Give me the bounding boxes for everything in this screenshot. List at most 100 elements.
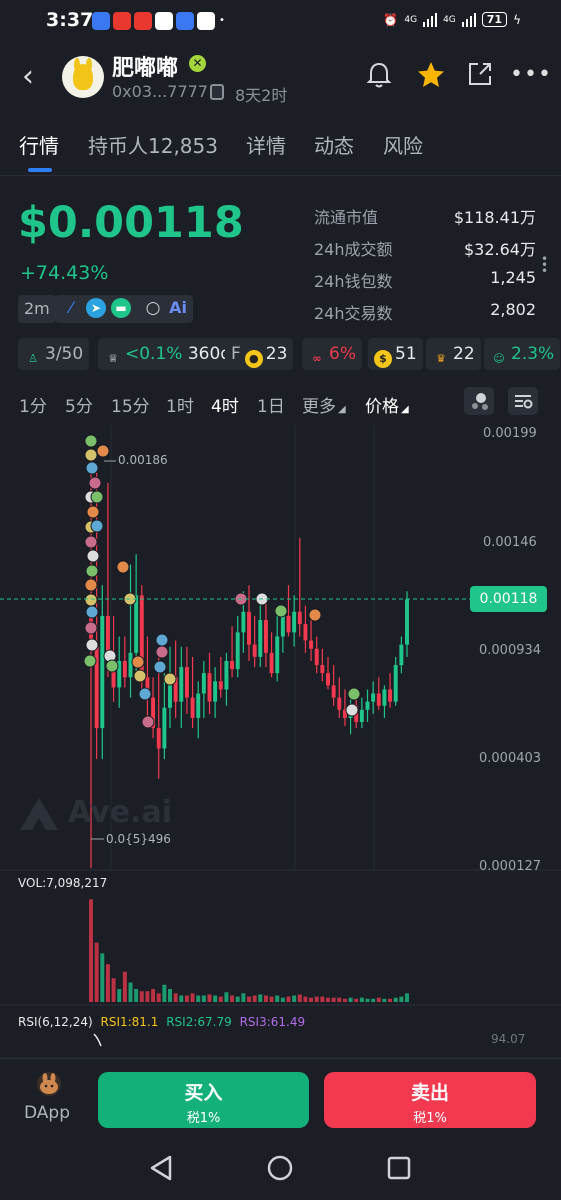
candle-body (399, 644, 404, 666)
feather-icon[interactable]: ⁄ (61, 298, 81, 318)
trade-marker-icon[interactable] (88, 476, 102, 490)
app-icon (155, 12, 173, 30)
trade-marker-icon[interactable] (131, 655, 145, 669)
dapp-label[interactable]: DApp (24, 1103, 70, 1123)
trade-marker-icon[interactable] (345, 703, 359, 717)
buy-button[interactable]: 买入 税1% (98, 1072, 309, 1128)
chat-icon[interactable]: ▬ (111, 298, 131, 318)
interval-more[interactable]: 更多 ◢ (302, 392, 346, 417)
token-avatar (62, 56, 104, 98)
volume-bar (388, 998, 393, 1002)
trade-marker-icon[interactable] (138, 687, 152, 701)
back-icon[interactable]: ‹ (22, 62, 34, 92)
trade-marker-icon[interactable] (83, 654, 97, 668)
tab-details[interactable]: 详情 (246, 130, 286, 159)
metric-bag[interactable]: $51 (368, 338, 423, 370)
token-address[interactable]: 0x03...7777 (112, 82, 208, 101)
trade-marker-icon[interactable] (86, 549, 100, 563)
nav-back-icon[interactable] (148, 1154, 174, 1182)
trade-marker-icon[interactable] (84, 621, 98, 635)
trade-marker-icon[interactable] (85, 461, 99, 475)
volume-bar (207, 994, 212, 1002)
tab-market[interactable]: 行情 (19, 130, 59, 159)
volume-bar (326, 997, 330, 1002)
trade-marker-icon[interactable] (90, 490, 104, 504)
trade-marker-icon[interactable] (153, 660, 167, 674)
metric-dev[interactable]: ♕ <0.1% 360d (98, 338, 238, 370)
stat-row: 24h钱包数 1,245 (314, 268, 536, 300)
verified-icon: ✕ (189, 55, 206, 72)
metric-value: 22 (453, 344, 475, 364)
volume-bar (134, 989, 139, 1002)
copy-icon[interactable] (210, 84, 224, 100)
metric-value: 6% (329, 344, 356, 364)
candle-body (320, 665, 325, 674)
trade-marker-icon[interactable] (163, 672, 177, 686)
volume-bar (252, 995, 257, 1002)
vertical-more-icon[interactable]: • • • (541, 253, 548, 277)
share-icon[interactable] (466, 60, 494, 88)
trade-marker-icon[interactable] (84, 434, 98, 448)
interval-badge[interactable]: 2m (18, 295, 56, 323)
price-mode-select[interactable]: 价格 ◢ (365, 392, 409, 417)
volume-bar (128, 982, 133, 1002)
trade-marker-icon[interactable] (133, 669, 147, 683)
trade-marker-icon[interactable] (116, 560, 130, 574)
interval-1h[interactable]: 1时 (166, 392, 194, 417)
trade-marker-icon[interactable] (84, 535, 98, 549)
interval-1m[interactable]: 1分 (19, 392, 47, 417)
pancake-bunny-icon[interactable] (37, 1072, 61, 1096)
bell-icon[interactable] (364, 60, 394, 90)
metric-link[interactable]: ∞ 6% (302, 338, 362, 370)
price-chart[interactable] (0, 420, 561, 1080)
trade-marker-icon[interactable] (347, 687, 361, 701)
volume-bar (399, 996, 404, 1002)
trade-marker-icon[interactable] (274, 604, 288, 618)
trade-marker-icon[interactable] (308, 608, 322, 622)
tab-risk[interactable]: 风险 (383, 130, 423, 159)
trade-marker-icon[interactable] (105, 659, 119, 673)
trade-marker-icon[interactable] (84, 448, 98, 462)
volume-bar (184, 995, 189, 1002)
trade-marker-icon[interactable] (90, 519, 104, 533)
candle-body (201, 673, 206, 694)
interval-5m[interactable]: 5分 (65, 392, 93, 417)
indicator-toggle-icon[interactable] (464, 387, 494, 415)
tab-activity[interactable]: 动态 (314, 130, 354, 159)
metric-trophy[interactable]: ♛ 22 (426, 338, 481, 370)
trade-marker-icon[interactable] (155, 633, 169, 647)
trade-marker-icon[interactable] (84, 578, 98, 592)
trade-marker-icon[interactable] (141, 715, 155, 729)
trade-marker-icon[interactable] (96, 444, 110, 458)
trade-marker-icon[interactable] (84, 593, 98, 607)
trade-marker-icon[interactable] (85, 638, 99, 652)
interval-1d[interactable]: 1日 (257, 392, 285, 417)
f-icon: F (231, 344, 241, 364)
metric-holders[interactable]: ♙ 3/50 (18, 338, 90, 370)
interval-4h[interactable]: 4时 (211, 392, 239, 417)
app-icon (92, 12, 110, 30)
telegram-icon[interactable]: ➤ (86, 298, 106, 318)
tab-holders[interactable]: 持币人12,853 (88, 130, 218, 159)
nav-recents-icon[interactable] (386, 1155, 412, 1181)
chart-settings-icon[interactable] (508, 387, 538, 415)
star-icon[interactable] (416, 60, 446, 90)
ai-icon[interactable]: Ai (168, 298, 188, 318)
trade-marker-icon[interactable] (85, 605, 99, 619)
more-icon[interactable]: ••• (510, 62, 552, 87)
rsi-axis-label: 94.07 (491, 1032, 526, 1046)
interval-15m[interactable]: 15分 (111, 392, 150, 417)
trade-marker-icon[interactable] (85, 564, 99, 578)
search-icon[interactable]: ○ (143, 298, 163, 318)
metric-smile[interactable]: ☺ 2.3% (484, 338, 561, 370)
trade-marker-icon[interactable] (86, 505, 100, 519)
trade-marker-icon[interactable] (155, 645, 169, 659)
volume-bar (337, 997, 342, 1002)
nav-home-icon[interactable] (266, 1154, 294, 1182)
metric-f[interactable]: F ● 23 (225, 338, 294, 370)
app-icon (176, 12, 194, 30)
stat-row: 流通市值 $118.41万 (314, 204, 536, 236)
candle-body (128, 652, 133, 678)
sell-button[interactable]: 卖出 税1% (324, 1072, 536, 1128)
rsi2-value: RSI2:67.79 (166, 1015, 232, 1029)
